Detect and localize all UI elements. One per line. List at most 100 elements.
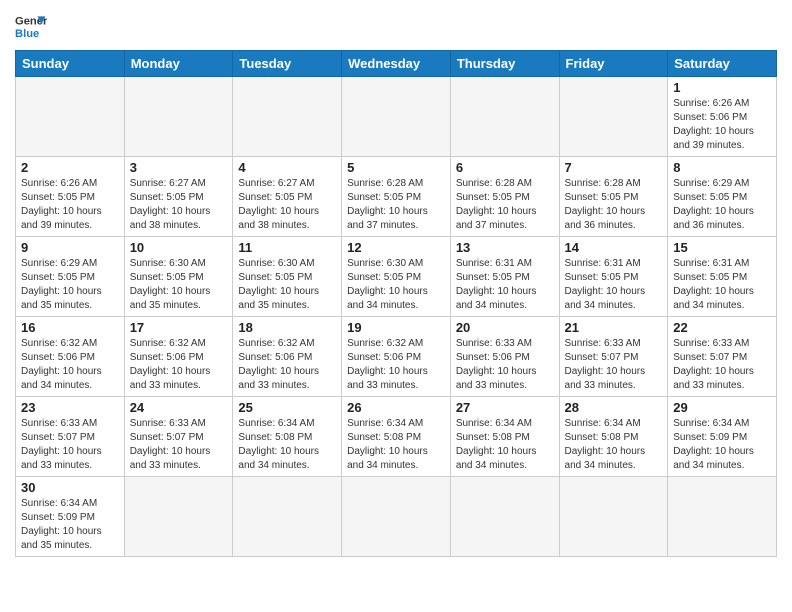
day-number: 15 <box>673 240 771 255</box>
day-number: 21 <box>565 320 663 335</box>
day-info: Sunrise: 6:28 AM Sunset: 5:05 PM Dayligh… <box>565 177 663 233</box>
day-info: Sunrise: 6:30 AM Sunset: 5:05 PM Dayligh… <box>130 257 228 313</box>
day-info: Sunrise: 6:34 AM Sunset: 5:08 PM Dayligh… <box>238 417 336 473</box>
day-number: 23 <box>21 400 119 415</box>
calendar-header-row: SundayMondayTuesdayWednesdayThursdayFrid… <box>16 51 777 77</box>
day-info: Sunrise: 6:27 AM Sunset: 5:05 PM Dayligh… <box>130 177 228 233</box>
day-number: 19 <box>347 320 445 335</box>
day-number: 16 <box>21 320 119 335</box>
day-info: Sunrise: 6:30 AM Sunset: 5:05 PM Dayligh… <box>347 257 445 313</box>
day-number: 12 <box>347 240 445 255</box>
logo: General Blue <box>15 10 47 42</box>
day-info: Sunrise: 6:31 AM Sunset: 5:05 PM Dayligh… <box>673 257 771 313</box>
calendar-day-cell <box>450 77 559 157</box>
calendar-day-cell <box>124 477 233 557</box>
calendar-day-cell <box>559 77 668 157</box>
calendar-day-cell <box>559 477 668 557</box>
calendar-day-cell: 2 Sunrise: 6:26 AM Sunset: 5:05 PM Daylig… <box>16 157 125 237</box>
calendar-day-cell <box>16 77 125 157</box>
calendar-day-cell: 22 Sunrise: 6:33 AM Sunset: 5:07 PM Dayli… <box>668 317 777 397</box>
day-number: 10 <box>130 240 228 255</box>
page: General Blue SundayMondayTuesdayWednesda… <box>0 0 792 567</box>
calendar-day-cell: 5Sunrise: 6:28 AM Sunset: 5:05 PM Daylig… <box>342 157 451 237</box>
calendar-week-row: 1 Sunrise: 6:26 AM Sunset: 5:06 PM Daylig… <box>16 77 777 157</box>
day-info: Sunrise: 6:33 AM Sunset: 5:07 PM Dayligh… <box>673 337 771 393</box>
header: General Blue <box>15 10 777 42</box>
calendar-day-cell: 12 Sunrise: 6:30 AM Sunset: 5:05 PM Dayli… <box>342 237 451 317</box>
day-info: Sunrise: 6:33 AM Sunset: 5:06 PM Dayligh… <box>456 337 554 393</box>
calendar-week-row: 30 Sunrise: 6:34 AM Sunset: 5:09 PM Dayli… <box>16 477 777 557</box>
calendar-day-cell <box>342 77 451 157</box>
calendar-day-cell: 27Sunrise: 6:34 AM Sunset: 5:08 PM Dayli… <box>450 397 559 477</box>
calendar-col-header: Tuesday <box>233 51 342 77</box>
calendar-col-header: Friday <box>559 51 668 77</box>
calendar-day-cell: 4 Sunrise: 6:27 AM Sunset: 5:05 PM Daylig… <box>233 157 342 237</box>
calendar-day-cell <box>233 77 342 157</box>
calendar-col-header: Thursday <box>450 51 559 77</box>
day-number: 30 <box>21 480 119 495</box>
day-info: Sunrise: 6:26 AM Sunset: 5:06 PM Dayligh… <box>673 97 771 153</box>
day-info: Sunrise: 6:34 AM Sunset: 5:09 PM Dayligh… <box>21 497 119 553</box>
calendar-col-header: Sunday <box>16 51 125 77</box>
day-number: 28 <box>565 400 663 415</box>
day-number: 3 <box>130 160 228 175</box>
calendar-day-cell: 16Sunrise: 6:32 AM Sunset: 5:06 PM Dayli… <box>16 317 125 397</box>
day-info: Sunrise: 6:26 AM Sunset: 5:05 PM Dayligh… <box>21 177 119 233</box>
calendar-col-header: Monday <box>124 51 233 77</box>
day-info: Sunrise: 6:32 AM Sunset: 5:06 PM Dayligh… <box>347 337 445 393</box>
day-number: 22 <box>673 320 771 335</box>
day-number: 2 <box>21 160 119 175</box>
calendar-day-cell: 21 Sunrise: 6:33 AM Sunset: 5:07 PM Dayli… <box>559 317 668 397</box>
calendar-day-cell: 6Sunrise: 6:28 AM Sunset: 5:05 PM Daylig… <box>450 157 559 237</box>
calendar-day-cell <box>233 477 342 557</box>
day-info: Sunrise: 6:32 AM Sunset: 5:06 PM Dayligh… <box>238 337 336 393</box>
calendar-day-cell: 26Sunrise: 6:34 AM Sunset: 5:08 PM Dayli… <box>342 397 451 477</box>
calendar-day-cell <box>668 477 777 557</box>
day-number: 4 <box>238 160 336 175</box>
calendar-week-row: 16 Sunrise: 6:32 AM Sunset: 5:06 PM Dayli… <box>16 317 777 397</box>
calendar-day-cell: 3 Sunrise: 6:27 AM Sunset: 5:05 PM Daylig… <box>124 157 233 237</box>
calendar-day-cell <box>450 477 559 557</box>
calendar-col-header: Wednesday <box>342 51 451 77</box>
calendar-day-cell: 28Sunrise: 6:34 AM Sunset: 5:08 PM Dayli… <box>559 397 668 477</box>
day-info: Sunrise: 6:33 AM Sunset: 5:07 PM Dayligh… <box>21 417 119 473</box>
day-number: 7 <box>565 160 663 175</box>
day-number: 17 <box>130 320 228 335</box>
day-info: Sunrise: 6:27 AM Sunset: 5:05 PM Dayligh… <box>238 177 336 233</box>
day-info: Sunrise: 6:30 AM Sunset: 5:05 PM Dayligh… <box>238 257 336 313</box>
day-info: Sunrise: 6:34 AM Sunset: 5:09 PM Dayligh… <box>673 417 771 473</box>
calendar-week-row: 23 Sunrise: 6:33 AM Sunset: 5:07 PM Dayli… <box>16 397 777 477</box>
day-info: Sunrise: 6:29 AM Sunset: 5:05 PM Dayligh… <box>21 257 119 313</box>
calendar-day-cell: 7 Sunrise: 6:28 AM Sunset: 5:05 PM Daylig… <box>559 157 668 237</box>
day-info: Sunrise: 6:32 AM Sunset: 5:06 PM Dayligh… <box>130 337 228 393</box>
day-number: 25 <box>238 400 336 415</box>
calendar-day-cell: 30 Sunrise: 6:34 AM Sunset: 5:09 PM Dayli… <box>16 477 125 557</box>
day-number: 29 <box>673 400 771 415</box>
day-number: 1 <box>673 80 771 95</box>
calendar-day-cell: 17 Sunrise: 6:32 AM Sunset: 5:06 PM Dayli… <box>124 317 233 397</box>
svg-text:Blue: Blue <box>15 28 39 40</box>
calendar-day-cell: 19 Sunrise: 6:32 AM Sunset: 5:06 PM Dayli… <box>342 317 451 397</box>
calendar-day-cell: 20Sunrise: 6:33 AM Sunset: 5:06 PM Dayli… <box>450 317 559 397</box>
day-info: Sunrise: 6:31 AM Sunset: 5:05 PM Dayligh… <box>456 257 554 313</box>
day-number: 24 <box>130 400 228 415</box>
day-number: 8 <box>673 160 771 175</box>
calendar-day-cell <box>124 77 233 157</box>
day-info: Sunrise: 6:28 AM Sunset: 5:05 PM Dayligh… <box>456 177 554 233</box>
day-info: Sunrise: 6:33 AM Sunset: 5:07 PM Dayligh… <box>565 337 663 393</box>
calendar-day-cell: 1 Sunrise: 6:26 AM Sunset: 5:06 PM Daylig… <box>668 77 777 157</box>
day-number: 26 <box>347 400 445 415</box>
day-number: 13 <box>456 240 554 255</box>
day-number: 9 <box>21 240 119 255</box>
day-info: Sunrise: 6:33 AM Sunset: 5:07 PM Dayligh… <box>130 417 228 473</box>
day-number: 27 <box>456 400 554 415</box>
calendar-table: SundayMondayTuesdayWednesdayThursdayFrid… <box>15 50 777 557</box>
calendar-day-cell: 11Sunrise: 6:30 AM Sunset: 5:05 PM Dayli… <box>233 237 342 317</box>
calendar-day-cell: 14Sunrise: 6:31 AM Sunset: 5:05 PM Dayli… <box>559 237 668 317</box>
calendar-week-row: 9 Sunrise: 6:29 AM Sunset: 5:05 PM Daylig… <box>16 237 777 317</box>
calendar-day-cell: 23 Sunrise: 6:33 AM Sunset: 5:07 PM Dayli… <box>16 397 125 477</box>
calendar-col-header: Saturday <box>668 51 777 77</box>
day-number: 18 <box>238 320 336 335</box>
calendar-day-cell: 13 Sunrise: 6:31 AM Sunset: 5:05 PM Dayli… <box>450 237 559 317</box>
calendar-day-cell: 15 Sunrise: 6:31 AM Sunset: 5:05 PM Dayli… <box>668 237 777 317</box>
